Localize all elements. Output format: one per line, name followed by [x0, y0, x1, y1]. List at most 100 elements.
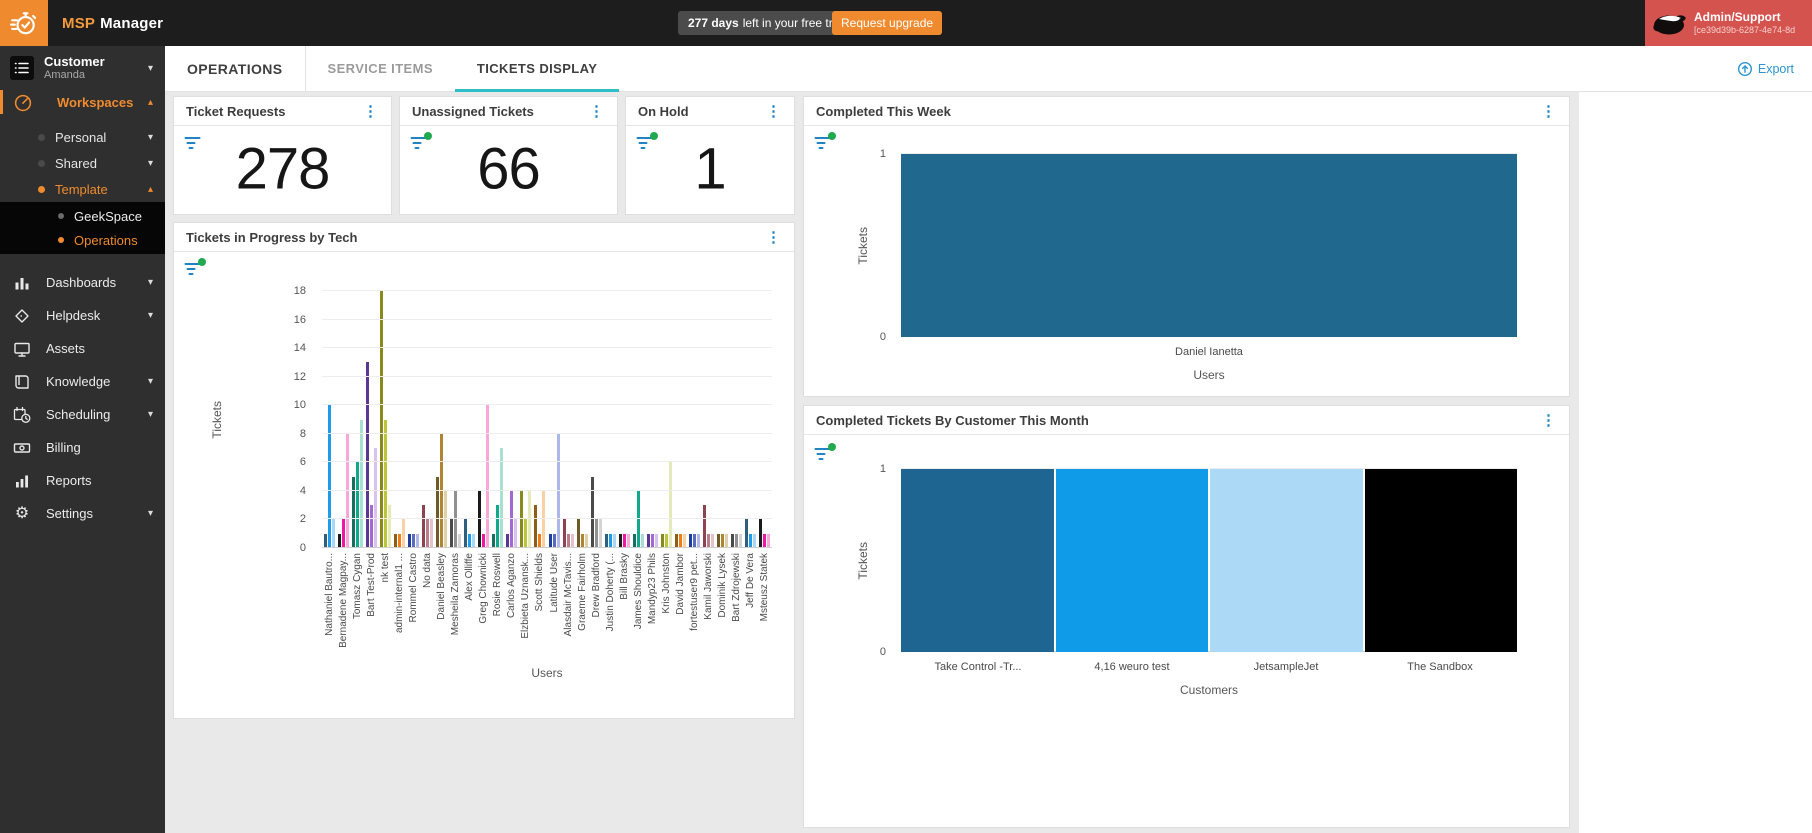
sidebar-item-operations-workspace[interactable]: Operations [0, 228, 165, 252]
x-axis-labels: Daniel Ianetta [901, 346, 1517, 362]
sidebar-item-shared[interactable]: Shared [0, 150, 165, 176]
sidebar-item-template[interactable]: Template [0, 176, 165, 202]
y-tick-label: 18 [294, 285, 306, 297]
bar [506, 534, 509, 548]
bar-group [322, 291, 336, 548]
export-button[interactable]: Export [1737, 46, 1794, 92]
bullet-icon [38, 160, 45, 167]
card-title: Unassigned Tickets [412, 104, 534, 119]
bar-group [660, 291, 674, 548]
x-label-cell: Kamil Jaworski [702, 553, 716, 658]
chevron-up-icon [148, 184, 153, 195]
bar [436, 477, 439, 548]
chart-card-tickets-in-progress: Tickets in Progress by Tech Tickets 0246… [173, 222, 795, 719]
x-tick-label: James Shouldice [633, 553, 644, 629]
sidebar-item-knowledge[interactable]: Knowledge [0, 365, 165, 398]
kebab-menu-icon[interactable] [763, 230, 784, 245]
filter-icon[interactable] [184, 261, 206, 281]
bar [759, 519, 762, 548]
calendar-clock-icon [12, 406, 32, 424]
filter-active-dot [198, 258, 206, 266]
bar-group [378, 291, 392, 548]
chevron-down-icon [148, 277, 153, 288]
customer-list-icon [10, 56, 34, 80]
bar [641, 534, 644, 548]
x-tick-label: Take Control -Tr... [901, 661, 1055, 677]
personal-label: Personal [55, 130, 106, 145]
kebab-menu-icon[interactable] [1538, 104, 1559, 119]
sidebar-item-scheduling[interactable]: Scheduling [0, 398, 165, 431]
bar [324, 534, 327, 548]
kpi-card-on-hold: On Hold 1 [625, 96, 795, 215]
sidebar-item-workspaces[interactable]: Workspaces [0, 90, 165, 114]
filter-icon[interactable] [814, 135, 836, 155]
bar [753, 534, 756, 548]
bar [472, 534, 475, 548]
bar [763, 534, 766, 548]
export-label: Export [1758, 62, 1794, 76]
sidebar-item-assets[interactable]: Assets [0, 332, 165, 365]
x-label-cell: Jeff De Vera [744, 553, 758, 658]
x-label-cell: Latitude User [547, 553, 561, 658]
gridline [322, 433, 772, 434]
x-tick-label: David Jambor [675, 553, 686, 615]
customer-selector[interactable]: Customer Amanda [0, 46, 165, 90]
x-tick-label: Msteusz Statek [759, 553, 770, 621]
bar [717, 534, 720, 548]
x-tick-label: Elzbieta Uznansk... [520, 553, 531, 639]
bar-group [392, 291, 406, 548]
sidebar-item-dashboards[interactable]: Dashboards [0, 266, 165, 299]
kebab-menu-icon[interactable] [1538, 413, 1559, 428]
sidebar-item-reports[interactable]: Reports [0, 464, 165, 497]
chevron-down-icon [148, 63, 153, 74]
x-label-cell: fortestuser9 pet... [688, 553, 702, 658]
sidebar-item-personal[interactable]: Personal [0, 124, 165, 150]
kebab-menu-icon[interactable] [586, 104, 607, 119]
bar [901, 469, 1054, 652]
bar [394, 534, 397, 548]
bar [675, 534, 678, 548]
request-upgrade-button[interactable]: Request upgrade [832, 11, 942, 35]
chevron-down-icon [148, 132, 153, 143]
bar [665, 534, 668, 548]
card-title: Completed Tickets By Customer This Month [816, 413, 1089, 428]
tab-service-items[interactable]: SERVICE ITEMS [306, 46, 455, 91]
bar [440, 434, 443, 548]
sidebar-item-helpdesk[interactable]: Helpdesk [0, 299, 165, 332]
assets-label: Assets [46, 341, 85, 356]
tab-tickets-display[interactable]: TICKETS DISPLAY [455, 46, 619, 91]
x-label-cell: Bill Brasky [617, 553, 631, 658]
msp-manager-app: MSP Manager 277 days left in your free t… [0, 0, 1812, 833]
app-logo[interactable] [0, 0, 48, 46]
sidebar-item-settings[interactable]: Settings [0, 497, 165, 530]
y-axis-ticks: 01 [874, 469, 894, 652]
filter-icon[interactable] [814, 446, 836, 466]
bar [679, 534, 682, 548]
kpi-value: 66 [400, 135, 617, 202]
x-label-cell: admin-internal1 ... [392, 553, 406, 658]
bar [398, 534, 401, 548]
bar [711, 534, 714, 548]
x-label-cell: Greg Chownicki [477, 553, 491, 658]
billing-label: Billing [46, 440, 81, 455]
gridline [322, 347, 772, 348]
kebab-menu-icon[interactable] [360, 104, 381, 119]
tab-operations[interactable]: OPERATIONS [165, 46, 305, 91]
card-title: Tickets in Progress by Tech [186, 230, 357, 245]
chevron-down-icon [148, 409, 153, 420]
brand-title: MSP Manager [62, 0, 163, 46]
account-menu[interactable]: Admin/Support [ce39d39b-6287-4e74-8d [1645, 0, 1812, 46]
x-tick-label: Daniel Ianetta [901, 346, 1517, 362]
x-tick-label: Bill Brasky [619, 553, 630, 600]
bar [613, 534, 616, 548]
x-tick-label: Carlos Aganzo [506, 553, 517, 618]
kebab-menu-icon[interactable] [763, 104, 784, 119]
x-tick-label: JetsampleJet [1209, 661, 1363, 677]
gauge-icon [13, 93, 33, 112]
sidebar-item-billing[interactable]: Billing [0, 431, 165, 464]
bar [1210, 469, 1363, 652]
x-tick-label: Drew Bradford [591, 553, 602, 617]
bar-group [463, 291, 477, 548]
sidebar-item-geekspace[interactable]: GeekSpace [0, 204, 165, 228]
x-tick-label: Alasdair McTavis... [563, 553, 574, 636]
